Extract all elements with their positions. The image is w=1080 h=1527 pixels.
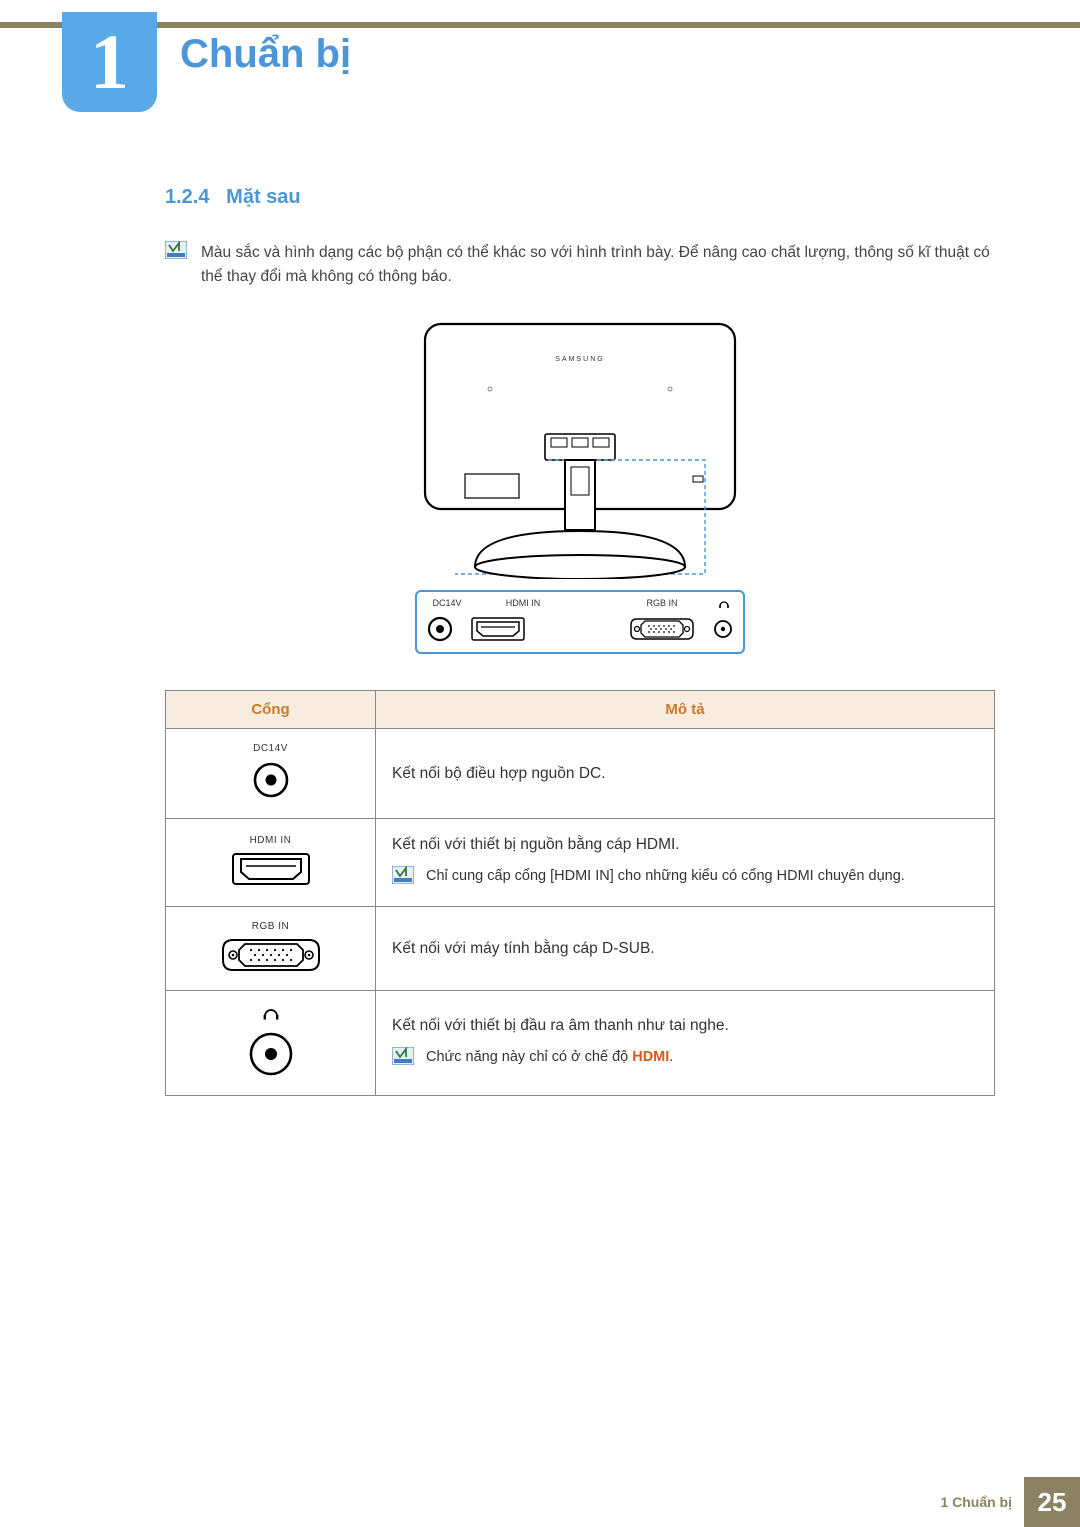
note-icon	[392, 866, 414, 892]
dc-jack-icon	[251, 760, 291, 800]
port-cell-hdmi: HDMI IN	[166, 819, 376, 907]
port-panel: DC14V HDMI IN RGB IN	[415, 590, 745, 654]
ports-table: Cổng Mô tả DC14V Kết nối bộ điều hợp ngu…	[165, 690, 995, 1096]
chapter-badge: 1	[62, 12, 157, 112]
chapter-title: Chuẩn bị	[180, 32, 351, 77]
table-row: HDMI IN Kết nối với thiết bị nguồn bằng …	[166, 819, 995, 907]
desc-cell-dc: Kết nối bộ điều hợp nguồn DC.	[376, 729, 995, 819]
note-emph: HDMI	[632, 1049, 669, 1065]
monitor-rear-svg: SAMSUNG	[415, 319, 745, 579]
panel-label-dc: DC14V	[427, 598, 467, 612]
intro-note: Màu sắc và hình dạng các bộ phận có thể …	[165, 241, 995, 289]
col-port: Cổng	[166, 691, 376, 729]
panel-label-hdmi: HDMI IN	[495, 598, 551, 612]
headphone-icon	[182, 1005, 359, 1025]
desc-text: Kết nối với thiết bị nguồn bằng cáp HDMI…	[392, 833, 978, 856]
note-pre: Chức năng này chỉ có ở chế độ	[426, 1049, 632, 1065]
top-rule	[0, 22, 1080, 28]
section-number: 1.2.4	[165, 186, 209, 208]
port-panel-labels: DC14V HDMI IN RGB IN	[427, 598, 733, 612]
table-header-row: Cổng Mô tả	[166, 691, 995, 729]
desc-text: Kết nối bộ điều hợp nguồn DC.	[392, 762, 978, 785]
vga-icon	[629, 617, 695, 641]
headphone-jack-icon	[713, 619, 733, 639]
section-heading: 1.2.4 Mặt sau	[165, 186, 995, 209]
port-label-hdmi: HDMI IN	[182, 835, 359, 846]
col-desc: Mô tả	[376, 691, 995, 729]
headphone-subnote: Chức năng này chỉ có ở chế độ HDMI.	[392, 1047, 978, 1073]
chapter-number: 1	[90, 17, 129, 107]
desc-cell-headphone: Kết nối với thiết bị đầu ra âm thanh như…	[376, 991, 995, 1096]
table-row: Kết nối với thiết bị đầu ra âm thanh như…	[166, 991, 995, 1096]
vga-icon	[221, 938, 321, 972]
hdmi-icon	[471, 617, 525, 641]
hdmi-subnote-text: Chỉ cung cấp cổng [HDMI IN] cho những ki…	[426, 866, 905, 888]
port-label-dc: DC14V	[182, 743, 359, 754]
desc-cell-hdmi: Kết nối với thiết bị nguồn bằng cáp HDMI…	[376, 819, 995, 907]
hdmi-subnote: Chỉ cung cấp cổng [HDMI IN] cho những ki…	[392, 866, 978, 892]
table-row: RGB IN Kết nối với máy tính	[166, 907, 995, 991]
note-icon	[165, 241, 187, 264]
panel-label-rgb: RGB IN	[637, 598, 687, 612]
rear-diagram: SAMSUNG DC14V HDMI IN R	[415, 319, 745, 654]
note-icon	[392, 1047, 414, 1073]
desc-text: Kết nối với máy tính bằng cáp D-SUB.	[392, 937, 978, 960]
port-cell-rgb: RGB IN	[166, 907, 376, 991]
section-body: 1.2.4 Mặt sau Màu sắc và hình dạng các b…	[165, 186, 995, 1096]
footer-chapter-label: 1 Chuẩn bị	[940, 1494, 1024, 1510]
dc-jack-icon	[427, 616, 453, 642]
section-title: Mặt sau	[226, 186, 300, 208]
port-label-rgb: RGB IN	[182, 921, 359, 932]
page-footer: 1 Chuẩn bị 25	[0, 1477, 1080, 1527]
headphone-subnote-text: Chức năng này chỉ có ở chế độ HDMI.	[426, 1047, 673, 1069]
note-post: .	[669, 1049, 673, 1065]
port-cell-headphone	[166, 991, 376, 1096]
port-panel-icons	[427, 616, 733, 642]
desc-cell-rgb: Kết nối với máy tính bằng cáp D-SUB.	[376, 907, 995, 991]
hdmi-icon	[231, 852, 311, 886]
headphone-jack-icon	[248, 1031, 294, 1077]
intro-note-text: Màu sắc và hình dạng các bộ phận có thể …	[201, 241, 995, 289]
table-row: DC14V Kết nối bộ điều hợp nguồn DC.	[166, 729, 995, 819]
panel-headphone-icon	[715, 598, 733, 612]
port-cell-dc: DC14V	[166, 729, 376, 819]
footer-page-number: 25	[1024, 1477, 1080, 1527]
brand-label: SAMSUNG	[555, 356, 604, 363]
desc-text: Kết nối với thiết bị đầu ra âm thanh như…	[392, 1014, 978, 1037]
